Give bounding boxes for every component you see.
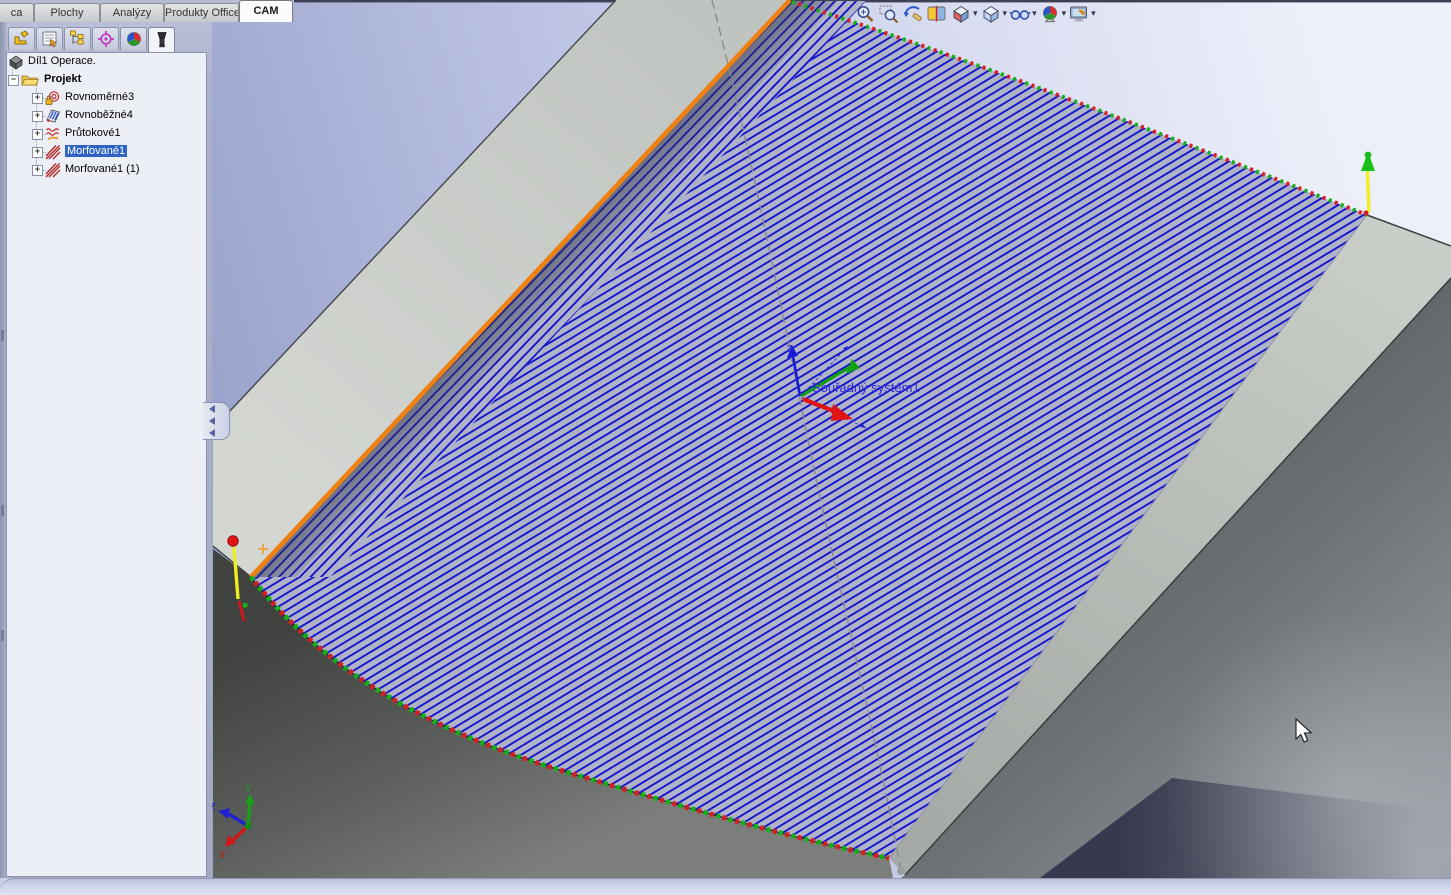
- dropdown-caret-icon[interactable]: ▾: [1062, 8, 1067, 19]
- tab-produkty-office[interactable]: Produkty Office: [164, 3, 239, 22]
- collapse-arrow-icon: [209, 429, 215, 437]
- zoom-fit-icon: [854, 3, 876, 25]
- morph-op-icon: [45, 162, 61, 178]
- operation-label[interactable]: Morfované1 (1): [65, 163, 140, 175]
- view-toolbar: ▾ ▾ ▾ ▾: [853, 1, 1097, 26]
- command-manager-tabbar: ca Plochy Analýzy Produkty Office CAM: [0, 0, 294, 22]
- panel-collapse-handle[interactable]: [203, 402, 230, 440]
- operation-tree: Díl1 Operace. − Projekt +: [6, 52, 207, 877]
- features-tool-icon[interactable]: [8, 27, 35, 50]
- operation-label[interactable]: Morfované1: [65, 145, 127, 157]
- hide-show-items-button[interactable]: ▾: [1008, 2, 1038, 26]
- view-settings-button[interactable]: ▾: [1067, 2, 1097, 26]
- panel-tab-strip: [8, 27, 175, 52]
- previous-view-button[interactable]: [901, 2, 925, 26]
- feature-manager-panel: Díl1 Operace. − Projekt +: [0, 22, 212, 878]
- tree-row-operation[interactable]: + Morfované1 (1): [7, 161, 206, 179]
- configuration-manager-icon[interactable]: [64, 27, 91, 50]
- glasses-icon: [1009, 3, 1031, 25]
- operation-label[interactable]: Rovnoměrné3: [65, 91, 134, 103]
- display-manager-icon[interactable]: [120, 27, 147, 50]
- tree-row-operation[interactable]: + Průtokové1: [7, 125, 206, 143]
- 3d-viewport[interactable]: Z Y Z X: [0, 0, 1451, 895]
- tree-row-operation[interactable]: + Rovnoměrné3: [7, 89, 206, 107]
- dropdown-caret-icon[interactable]: ▾: [1003, 8, 1008, 19]
- tab-cam[interactable]: CAM: [239, 0, 293, 22]
- property-manager-icon[interactable]: [36, 27, 63, 50]
- zoom-to-area-button[interactable]: [877, 2, 901, 26]
- section-view-icon: [926, 3, 948, 25]
- collapse-arrow-icon: [209, 417, 215, 425]
- constant-stepover-op-icon: [45, 90, 61, 106]
- expand-toggle[interactable]: +: [32, 93, 43, 104]
- expand-toggle[interactable]: +: [32, 147, 43, 158]
- previous-view-icon: [902, 3, 924, 25]
- coordinate-system-label[interactable]: Souřadný systém1: [812, 380, 920, 395]
- section-view-button[interactable]: [925, 2, 949, 26]
- part-icon: [8, 54, 24, 70]
- tree-row-operation[interactable]: + Rovnoběžné4: [7, 107, 206, 125]
- flowline-op-icon: [45, 126, 61, 142]
- view-orientation-button[interactable]: ▾: [949, 2, 979, 26]
- collapse-toggle[interactable]: −: [8, 75, 19, 86]
- zoom-to-fit-button[interactable]: [853, 2, 877, 26]
- cam-operations-icon[interactable]: [148, 27, 175, 52]
- dropdown-caret-icon[interactable]: ▾: [973, 8, 978, 19]
- dimxpert-icon[interactable]: [92, 27, 119, 50]
- apply-scene-button[interactable]: ▾: [1038, 2, 1068, 26]
- expand-toggle[interactable]: +: [32, 129, 43, 140]
- operation-label[interactable]: Průtokové1: [65, 127, 121, 139]
- tree-row-operation-selected[interactable]: + Morfované1: [7, 143, 206, 161]
- expand-toggle[interactable]: +: [32, 111, 43, 122]
- monitor-hand-icon: [1068, 3, 1090, 25]
- tab-plochy[interactable]: Plochy: [34, 3, 100, 22]
- view-orientation-icon: [950, 3, 972, 25]
- dropdown-caret-icon[interactable]: ▾: [1032, 8, 1037, 19]
- expand-toggle[interactable]: +: [32, 165, 43, 176]
- tab-analyzy[interactable]: Analýzy: [100, 3, 164, 22]
- cad-cam-application-window: Z Y Z X Souřadný systém1 ca Plochy Analý…: [0, 0, 1451, 895]
- folder-open-icon: [21, 72, 39, 88]
- display-style-icon: [980, 3, 1002, 25]
- triad-y-label: Y: [245, 784, 252, 795]
- origin-z-axis-label: Z: [786, 343, 793, 355]
- display-style-button[interactable]: ▾: [979, 2, 1009, 26]
- status-bar: [0, 878, 1451, 895]
- zoom-area-icon: [878, 3, 900, 25]
- tree-row-project[interactable]: − Projekt: [7, 71, 206, 89]
- tree-row-part[interactable]: Díl1 Operace.: [7, 53, 206, 71]
- project-label[interactable]: Projekt: [44, 73, 81, 85]
- parallel-op-icon: [45, 108, 61, 124]
- part-title[interactable]: Díl1 Operace.: [28, 55, 96, 67]
- morph-op-icon: [45, 144, 61, 160]
- tab-skica[interactable]: ca: [0, 3, 34, 22]
- dropdown-caret-icon[interactable]: ▾: [1091, 8, 1096, 19]
- collapse-arrow-icon: [209, 405, 215, 413]
- triad-x-label: X: [218, 849, 227, 861]
- scene-ball-icon: [1039, 3, 1061, 25]
- operation-label[interactable]: Rovnoběžné4: [65, 109, 133, 121]
